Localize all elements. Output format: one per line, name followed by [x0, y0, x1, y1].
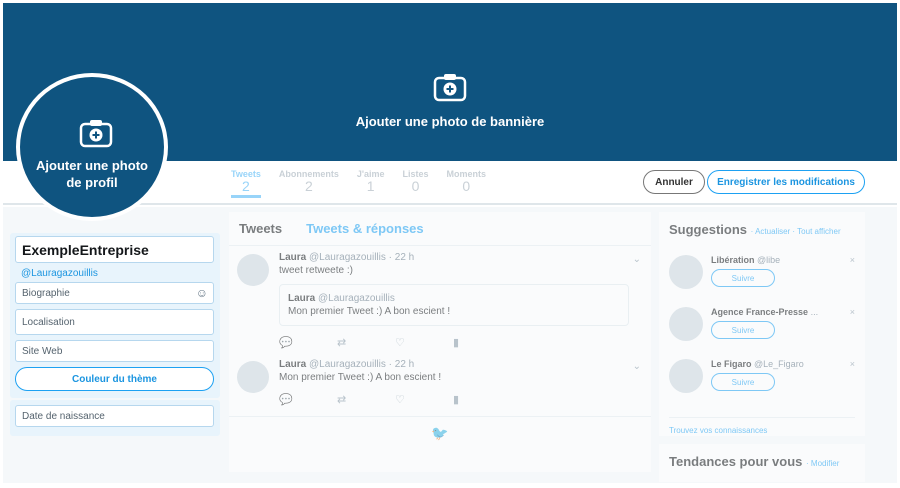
tweet-author: Laura [279, 359, 307, 370]
stat-value: 0 [462, 178, 471, 194]
stat-tweets[interactable]: Tweets 2 [231, 169, 261, 198]
suggestion-item[interactable]: Le Figaro @Le_Figaro Suivre × [669, 359, 855, 393]
trends-edit-link[interactable]: · Modifier [806, 459, 839, 468]
tweet[interactable]: Laura @Lauragazouillis · 22 h Mon premie… [229, 353, 651, 410]
tab-tweets[interactable]: Tweets [239, 221, 282, 236]
tweet[interactable]: Laura @Lauragazouillis · 22 h tweet retw… [229, 246, 651, 353]
tweet-actions: 💬 ⇄ ♡ ▮ [279, 336, 641, 349]
birthdate-placeholder: Date de naissance [22, 411, 105, 422]
quoted-tweet[interactable]: Laura @Lauragazouillis Mon premier Tweet… [279, 284, 629, 326]
stat-value: 2 [304, 178, 313, 194]
suggestion-item[interactable]: Libération @libe Suivre × [669, 255, 855, 289]
tab-tweets-replies[interactable]: Tweets & réponses [306, 221, 424, 236]
tweet-header: Laura @Lauragazouillis [288, 293, 620, 304]
birthdate-input[interactable]: Date de naissance [15, 405, 214, 427]
user-handle: @Lauragazouillis [21, 268, 98, 279]
suggestion-name: Libération @libe [711, 255, 855, 265]
tweet-author: Laura [288, 293, 316, 304]
avatar[interactable] [669, 255, 703, 289]
suggestion-name-text: Libération [711, 255, 755, 265]
avatar[interactable] [669, 307, 703, 341]
tweet-text: Mon premier Tweet :) A bon escient ! [279, 372, 442, 383]
close-icon[interactable]: × [850, 255, 855, 265]
stat-following[interactable]: Abonnements 2 [279, 169, 339, 198]
tweet-handle: @Lauragazouillis [309, 252, 386, 263]
tweet-header: Laura @Lauragazouillis · 22 h [279, 252, 415, 263]
timeline: Tweets Tweets & réponses Laura @Lauragaz… [229, 212, 651, 472]
location-input[interactable]: Localisation [15, 309, 214, 335]
suggestions-title: Suggestions · Actualiser · Tout afficher [669, 222, 855, 237]
suggestions-title-text: Suggestions [669, 222, 748, 237]
tweet-author: Laura [279, 252, 307, 263]
bio-placeholder: Biographie [22, 288, 70, 299]
cancel-button[interactable]: Annuler [643, 170, 705, 194]
suggestion-name-text: Le Figaro [711, 359, 752, 369]
suggestions-panel: Suggestions · Actualiser · Tout afficher… [659, 212, 865, 436]
stat-moments[interactable]: Moments 0 [447, 169, 487, 198]
like-icon[interactable]: ♡ [395, 393, 453, 406]
retweet-icon[interactable]: ⇄ [337, 393, 395, 406]
tweet-actions: 💬 ⇄ ♡ ▮ [279, 393, 641, 406]
chevron-down-icon[interactable]: ⌄ [633, 254, 641, 265]
suggestion-item[interactable]: Agence France-Presse ... Suivre × [669, 307, 855, 341]
timeline-tabs: Tweets Tweets & réponses [229, 212, 651, 246]
close-icon[interactable]: × [850, 359, 855, 369]
trends-panel: Tendances pour vous · Modifier [659, 444, 865, 482]
tweet-text: Mon premier Tweet :) A bon escient ! [288, 306, 451, 317]
follow-button[interactable]: Suivre [711, 373, 775, 391]
suggestion-name: Le Figaro @Le_Figaro [711, 359, 855, 369]
follow-button[interactable]: Suivre [711, 321, 775, 339]
tweet-handle: @Lauragazouillis [318, 293, 395, 304]
theme-color-button[interactable]: Couleur du thème [15, 367, 214, 391]
like-icon[interactable]: ♡ [395, 336, 453, 349]
stat-value: 1 [366, 178, 375, 194]
follow-button[interactable]: Suivre [711, 269, 775, 287]
reply-icon[interactable]: 💬 [279, 336, 337, 349]
camera-plus-icon [432, 71, 468, 108]
website-placeholder: Site Web [22, 346, 63, 357]
tweet-time: 22 h [394, 252, 415, 263]
website-input[interactable]: Site Web [15, 340, 214, 362]
name-input[interactable]: ExempleEntreprise [15, 236, 214, 263]
profile-stats: Tweets 2 Abonnements 2 J'aime 1 Listes 0… [231, 169, 504, 198]
avatar-upload[interactable]: Ajouter une photo de profil [16, 73, 168, 221]
avatar-label: Ajouter une photo de profil [36, 158, 148, 190]
close-icon[interactable]: × [850, 307, 855, 317]
camera-plus-icon [78, 117, 114, 154]
avatar[interactable] [669, 359, 703, 393]
tweet-text: tweet retweete :) [279, 265, 353, 276]
suggestion-handle: @Le_Figaro [754, 359, 804, 369]
location-placeholder: Localisation [22, 317, 75, 328]
bird-icon: 🐦 [229, 416, 651, 442]
avatar[interactable] [237, 254, 269, 286]
profile-edit-panel: ExempleEntreprise @Lauragazouillis Biogr… [10, 233, 220, 398]
retweet-icon[interactable]: ⇄ [337, 336, 395, 349]
tweet-handle: @Lauragazouillis [309, 359, 386, 370]
tweet-header: Laura @Lauragazouillis · 22 h [279, 359, 415, 370]
tweet-time: 22 h [394, 359, 415, 370]
save-changes-button[interactable]: Enregistrer les modifications [707, 170, 865, 194]
bio-input[interactable]: Biographie ☺ [15, 282, 214, 304]
trends-title: Tendances pour vous · Modifier [669, 454, 855, 469]
find-contacts-link[interactable]: Trouvez vos connaissances [669, 417, 855, 435]
stat-value: 0 [411, 178, 420, 194]
birthdate-panel: Date de naissance [10, 400, 220, 436]
suggestion-handle: ... [810, 307, 819, 317]
emoji-icon[interactable]: ☺ [196, 286, 208, 300]
stat-lists[interactable]: Listes 0 [403, 169, 429, 198]
stat-value: 2 [242, 178, 250, 194]
analytics-icon[interactable]: ▮ [453, 393, 511, 406]
trends-title-text: Tendances pour vous [669, 454, 803, 469]
avatar[interactable] [237, 361, 269, 393]
stat-likes[interactable]: J'aime 1 [357, 169, 385, 198]
suggestion-handle: @libe [757, 255, 781, 265]
analytics-icon[interactable]: ▮ [453, 336, 511, 349]
chevron-down-icon[interactable]: ⌄ [633, 361, 641, 372]
reply-icon[interactable]: 💬 [279, 393, 337, 406]
suggestions-refresh-link[interactable]: · Actualiser · Tout afficher [751, 227, 841, 236]
suggestion-name-text: Agence France-Presse [711, 307, 809, 317]
suggestion-name: Agence France-Presse ... [711, 307, 855, 317]
